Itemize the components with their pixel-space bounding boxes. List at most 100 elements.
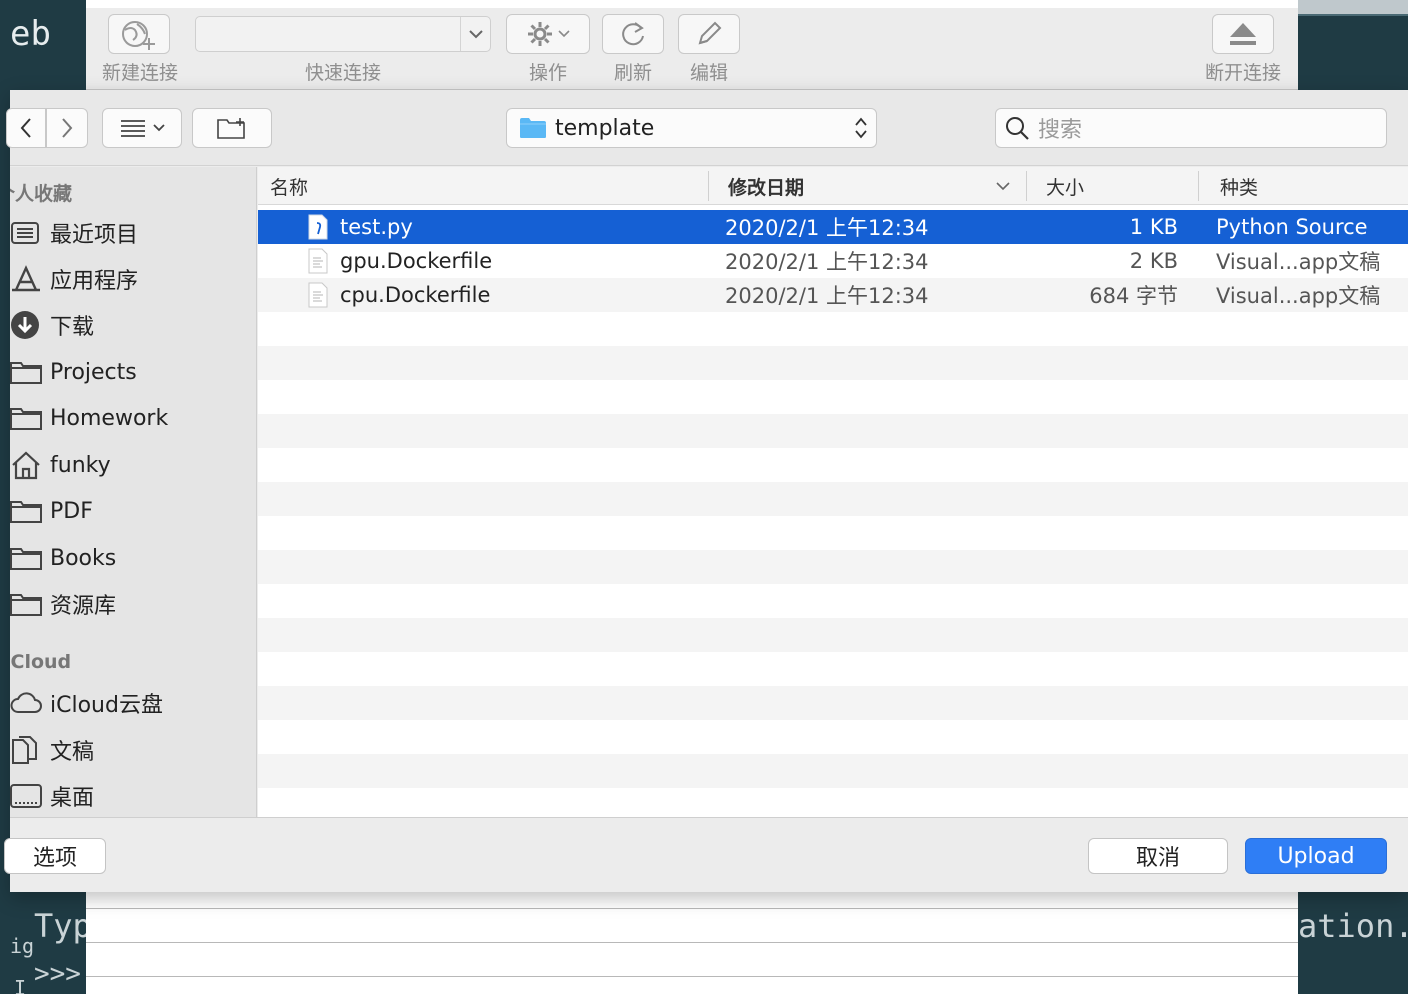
gear-icon <box>528 22 552 46</box>
column-header-modified[interactable]: 修改日期 <box>728 167 804 205</box>
terminal-side-glyph: ig <box>10 934 35 958</box>
empty-row <box>258 414 1408 448</box>
search-field[interactable]: 搜索 <box>995 108 1387 148</box>
file-kind: Visual...app文稿 <box>1216 284 1381 308</box>
sidebar-item-desktop[interactable]: 桌面 <box>10 778 94 814</box>
empty-row <box>258 618 1408 652</box>
sidebar-item-documents[interactable]: 文稿 <box>10 732 94 768</box>
upload-file-dialog: template 搜索 个人收藏 最近项目 应用程序 <box>4 90 1408 892</box>
quick-connect-select[interactable] <box>195 16 491 52</box>
folder-icon <box>520 118 546 138</box>
cancel-button[interactable]: 取消 <box>1088 838 1228 874</box>
file-modified: 2020/2/1 上午12:34 <box>725 250 929 274</box>
folder-icon <box>10 496 46 526</box>
python-file-icon <box>308 214 328 240</box>
empty-row <box>258 516 1408 550</box>
current-folder-name: template <box>555 115 655 141</box>
pencil-icon <box>698 21 722 45</box>
empty-row <box>258 482 1408 516</box>
sidebar-item-funky[interactable]: funky <box>10 447 111 483</box>
file-list: 名称 修改日期 大小 种类 test.py 2020/2/1 上午12:34 1… <box>258 167 1408 817</box>
file-row[interactable]: test.py 2020/2/1 上午12:34 1 KB Python Sou… <box>258 210 1408 244</box>
search-placeholder: 搜索 <box>1038 118 1083 143</box>
new-folder-icon <box>217 118 245 139</box>
home-icon <box>10 450 46 480</box>
sidebar-item-icloud-drive[interactable]: iCloud云盘 <box>10 685 163 721</box>
empty-row <box>258 448 1408 482</box>
empty-row <box>258 550 1408 584</box>
folder-icon <box>10 403 46 433</box>
file-size: 1 KB <box>1129 215 1178 239</box>
options-button[interactable]: 选项 <box>4 838 106 874</box>
column-header-size[interactable]: 大小 <box>1046 167 1084 205</box>
empty-row <box>258 720 1408 754</box>
folder-icon <box>10 543 46 573</box>
empty-row <box>258 686 1408 720</box>
path-select[interactable]: template <box>506 108 877 148</box>
sidebar-item-label: 桌面 <box>50 786 95 811</box>
empty-row <box>258 788 1408 817</box>
file-kind: Visual...app文稿 <box>1216 250 1381 274</box>
file-name: gpu.Dockerfile <box>340 249 493 273</box>
sidebar-item-library[interactable]: 资源库 <box>10 586 116 622</box>
file-modified: 2020/2/1 上午12:34 <box>725 216 929 240</box>
sidebar-item-books[interactable]: Books <box>10 540 116 576</box>
chevron-right-icon <box>62 118 73 138</box>
column-separator <box>708 171 709 201</box>
file-row[interactable]: gpu.Dockerfile 2020/2/1 上午12:34 2 KB Vis… <box>258 244 1408 278</box>
disconnect-button[interactable] <box>1212 14 1274 54</box>
terminal-rule <box>86 942 1298 943</box>
sidebar-item-label: 文稿 <box>50 740 95 765</box>
list-view-icon <box>121 120 145 137</box>
applications-icon <box>10 264 46 294</box>
sidebar-item-label: 最近项目 <box>50 223 139 248</box>
sidebar-item-label: PDF <box>50 498 93 524</box>
terminal-line-1: Typ <box>34 907 92 945</box>
sidebar: 个人收藏 最近项目 应用程序 下载 Projects <box>10 167 257 817</box>
terminal-rule <box>86 908 1298 909</box>
chevron-down-icon <box>558 30 570 38</box>
document-file-icon <box>308 248 328 274</box>
new-folder-button[interactable] <box>192 108 272 148</box>
refresh-button[interactable] <box>602 14 664 54</box>
chevron-left-icon <box>20 118 31 138</box>
back-button[interactable] <box>6 108 46 148</box>
sidebar-item-homework[interactable]: Homework <box>10 400 168 436</box>
view-options-button[interactable] <box>102 108 182 148</box>
recents-icon <box>10 218 46 248</box>
sort-chevron-down-icon <box>996 167 1010 205</box>
file-name: test.py <box>340 215 413 239</box>
file-kind: Python Source <box>1216 215 1368 239</box>
document-file-icon <box>308 282 328 308</box>
forward-button[interactable] <box>46 108 88 148</box>
folder-icon <box>10 589 46 619</box>
terminal-output-area <box>86 892 1298 994</box>
documents-icon <box>10 735 46 765</box>
app-toolbar: 新建连接 快速连接 操作 刷新 编辑 断开连接 <box>86 8 1298 90</box>
terminal-side-glyph: I <box>14 976 27 994</box>
sidebar-item-downloads[interactable]: 下载 <box>10 307 94 343</box>
search-icon <box>1006 117 1029 140</box>
column-separator <box>1198 171 1199 201</box>
updown-chevron-icon <box>855 117 867 139</box>
empty-row <box>258 652 1408 686</box>
sidebar-item-pdf[interactable]: PDF <box>10 493 93 529</box>
empty-row <box>258 584 1408 618</box>
sidebar-item-label: 下载 <box>50 315 95 340</box>
sidebar-item-applications[interactable]: 应用程序 <box>10 261 138 297</box>
sidebar-item-projects[interactable]: Projects <box>10 354 137 390</box>
column-header-name[interactable]: 名称 <box>270 167 308 205</box>
sidebar-item-label: funky <box>50 452 111 478</box>
action-button[interactable] <box>506 14 590 54</box>
chevron-down-icon <box>460 17 490 51</box>
sidebar-item-recents[interactable]: 最近项目 <box>10 215 138 251</box>
new-connection-button[interactable] <box>108 14 170 54</box>
empty-row <box>258 754 1408 788</box>
dialog-footer: 选项 取消 Upload <box>4 817 1408 892</box>
refresh-label: 刷新 <box>613 62 652 84</box>
file-row[interactable]: cpu.Dockerfile 2020/2/1 上午12:34 684 字节 V… <box>258 278 1408 312</box>
edit-button[interactable] <box>678 14 740 54</box>
column-header-kind[interactable]: 种类 <box>1220 167 1258 205</box>
sidebar-item-label: 应用程序 <box>50 269 139 294</box>
upload-button[interactable]: Upload <box>1245 838 1387 874</box>
